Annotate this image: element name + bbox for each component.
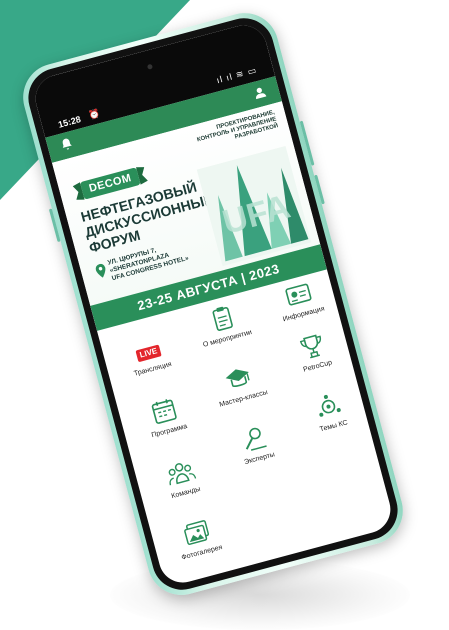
menu-label-translation: Трансляция: [133, 360, 173, 378]
menu-item-gallery[interactable]: Фотогалерея: [154, 506, 246, 581]
team-icon: [168, 463, 197, 486]
menu-grid: LIVE Трансляция О мероприятии Информация…: [98, 273, 396, 588]
live-badge: LIVE: [135, 344, 162, 363]
id-card-icon: [285, 283, 312, 306]
front-camera: [146, 63, 154, 70]
topics-icon: [319, 394, 341, 417]
status-time: 15:28: [57, 114, 82, 130]
menu-item-experts[interactable]: Эксперты: [211, 412, 303, 487]
expert-icon: [245, 427, 267, 451]
user-icon[interactable]: [251, 84, 268, 101]
alarm-clock-icon: ⏰: [87, 107, 102, 121]
graduation-cap-icon: [225, 369, 250, 387]
photo-gallery-icon: [184, 520, 210, 545]
bell-icon[interactable]: [58, 136, 75, 153]
menu-item-topics[interactable]: Темы КС: [285, 380, 377, 455]
trophy-icon: [299, 334, 322, 359]
calendar-icon: [151, 399, 177, 424]
clipboard-icon: [212, 306, 233, 331]
